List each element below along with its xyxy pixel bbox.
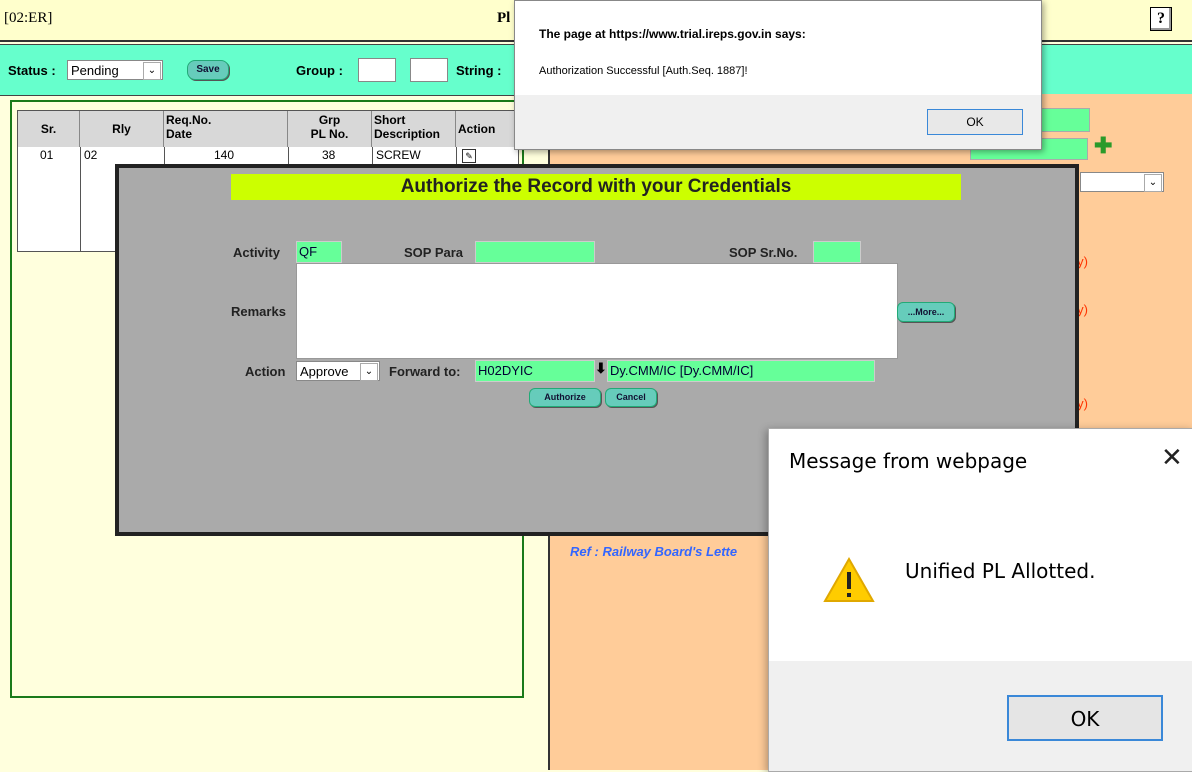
sop-srno-label: SOP Sr.No. xyxy=(729,245,798,260)
action-label: Action xyxy=(245,364,286,379)
cancel-button[interactable]: Cancel xyxy=(605,388,657,407)
browser-alert: The page at https://www.trial.ireps.gov.… xyxy=(514,0,1042,150)
row-grp: 38 xyxy=(322,148,336,162)
col-header-desc: Short Description xyxy=(372,111,456,147)
forward-label: Forward to: xyxy=(389,364,461,379)
sop-srno-field[interactable] xyxy=(813,241,861,263)
string-label: String : xyxy=(456,63,502,78)
group-input-2[interactable] xyxy=(410,58,448,82)
remarks-label: Remarks xyxy=(231,304,286,319)
save-button[interactable]: Save xyxy=(187,60,229,80)
col-header-rly: Rly xyxy=(80,111,164,147)
ok-button[interactable]: OK xyxy=(927,109,1023,135)
detail-select[interactable]: ⌄ xyxy=(1080,172,1164,192)
group-input-1[interactable] xyxy=(358,58,396,82)
remarks-textarea[interactable] xyxy=(296,263,898,359)
reference-text: Ref : Railway Board's Lette xyxy=(570,544,738,559)
plus-icon[interactable]: ✚ xyxy=(1094,135,1114,157)
help-icon[interactable]: ? xyxy=(1150,7,1172,31)
message-dialog: Message from webpage ✕ Unified PL Allott… xyxy=(768,428,1192,772)
forward-name-field: Dy.CMM/IC [Dy.CMM/IC] xyxy=(607,360,875,382)
action-value: Approve xyxy=(300,364,349,379)
dialog-message: Unified PL Allotted. xyxy=(905,559,1096,583)
page-title: Pl xyxy=(497,10,511,26)
action-select[interactable]: Approve ⌄ xyxy=(296,361,380,381)
more-button[interactable]: ...More... xyxy=(897,302,955,322)
detail-field-1[interactable] xyxy=(1040,108,1090,132)
row-rly: 02 xyxy=(84,148,98,162)
alert-heading: The page at https://www.trial.ireps.gov.… xyxy=(539,27,806,41)
modal-title: Authorize the Record with your Credentia… xyxy=(231,174,961,200)
module-code: [02:ER] xyxy=(4,10,53,26)
row-sr: 01 xyxy=(40,148,54,162)
activity-label: Activity xyxy=(233,245,280,260)
chevron-down-icon: ⌄ xyxy=(143,62,161,80)
activity-field[interactable]: QF xyxy=(296,241,342,263)
col-header-req: Req.No. Date xyxy=(164,111,288,147)
sop-para-field[interactable] xyxy=(475,241,595,263)
row-desc: SCREW xyxy=(376,148,421,162)
forward-code-field[interactable]: H02DYIC xyxy=(475,360,595,382)
authorize-button[interactable]: Authorize xyxy=(529,388,601,407)
edit-icon[interactable]: ✎ xyxy=(462,149,476,163)
col-header-sr: Sr. xyxy=(18,111,80,147)
dialog-heading: Message from webpage xyxy=(789,449,1028,473)
col-header-grp: Grp PL No. xyxy=(288,111,372,147)
sop-para-label: SOP Para xyxy=(404,245,464,260)
ok-button[interactable]: OK xyxy=(1007,695,1163,741)
status-label: Status : xyxy=(8,63,56,78)
close-icon[interactable]: ✕ xyxy=(1161,443,1183,473)
row-req: 140 xyxy=(214,148,235,162)
status-value: Pending xyxy=(71,63,119,78)
group-label: Group : xyxy=(296,63,343,78)
lookup-arrow-icon[interactable]: ⬇ xyxy=(595,360,607,377)
alert-message: Authorization Successful [Auth.Seq. 1887… xyxy=(539,65,748,77)
chevron-down-icon: ⌄ xyxy=(360,363,378,381)
status-select[interactable]: Pending ⌄ xyxy=(67,60,163,80)
warning-icon xyxy=(823,557,875,602)
chevron-down-icon: ⌄ xyxy=(1144,174,1162,192)
col-header-action: Action xyxy=(456,111,518,147)
